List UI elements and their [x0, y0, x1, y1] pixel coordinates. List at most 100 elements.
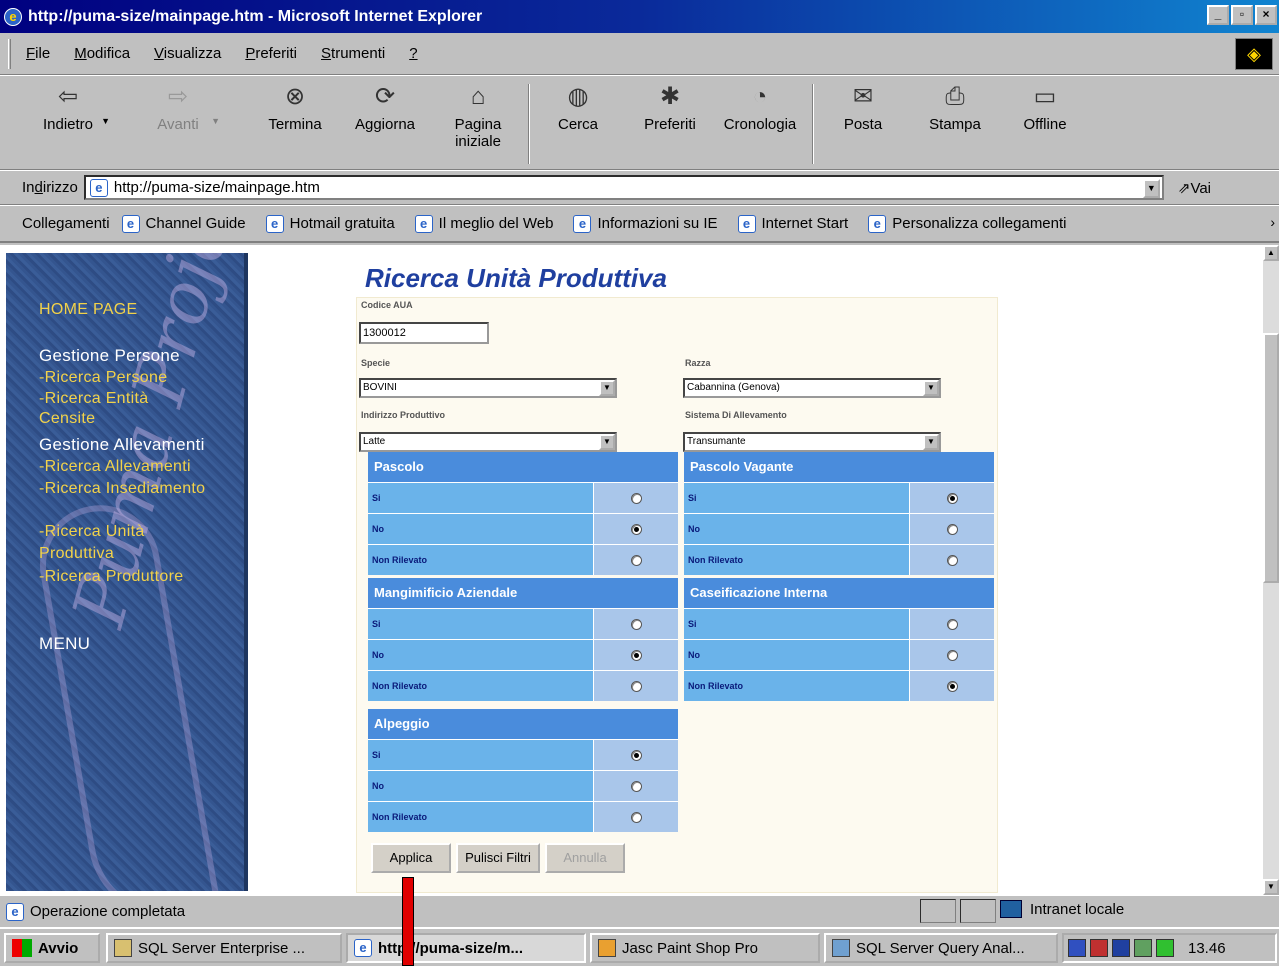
- link-internet-start[interactable]: e Internet Start: [737, 214, 848, 233]
- pascolo-vagante-no-radio[interactable]: [946, 523, 958, 535]
- link-best-of-web[interactable]: e Il meglio del Web: [414, 214, 553, 233]
- page-icon: e: [89, 178, 108, 197]
- menu-help[interactable]: ?: [409, 45, 417, 62]
- search-tray-icon[interactable]: [1134, 939, 1152, 957]
- network-icon[interactable]: [1090, 939, 1108, 957]
- pascolo-vagante-nr-radio[interactable]: [946, 554, 958, 566]
- pascolo-vagante-si-radio[interactable]: [946, 492, 958, 504]
- task-ie-window[interactable]: e http://puma-size/m...: [346, 933, 586, 963]
- menubar-grip[interactable]: [8, 39, 11, 69]
- back-button[interactable]: ⇦ Indietro ▼: [28, 82, 110, 133]
- stop-button[interactable]: ⊗ Termina: [255, 82, 335, 133]
- task-sql-enterprise[interactable]: SQL Server Enterprise ...: [106, 933, 342, 963]
- scroll-up-icon[interactable]: ▲: [1263, 245, 1279, 261]
- clear-filters-button[interactable]: Pulisci Filtri: [456, 843, 540, 873]
- menu-visualizza[interactable]: Visualizza: [154, 45, 221, 62]
- mangimificio-si-radio[interactable]: [630, 618, 642, 630]
- nav-link-units[interactable]: -Ricerca Unità: [39, 521, 145, 543]
- search-form: Codice AUA 1300012 Specie BOVINI ▼ Razza…: [356, 297, 998, 893]
- link-ie-info[interactable]: e Informazioni su IE: [573, 214, 718, 233]
- specie-select[interactable]: BOVINI ▼: [359, 378, 617, 398]
- scroll-thumb[interactable]: [1263, 333, 1279, 583]
- refresh-button[interactable]: ⟳ Aggiorna: [345, 82, 425, 133]
- forward-arrow-icon: ⇨: [167, 83, 189, 110]
- nav-link-farms[interactable]: -Ricerca Allevamenti: [39, 456, 191, 478]
- close-button[interactable]: ×: [1255, 5, 1277, 25]
- link-hotmail[interactable]: e Hotmail gratuita: [265, 214, 395, 233]
- go-button[interactable]: ⇗Vai: [1178, 179, 1211, 197]
- window-titlebar[interactable]: e http://puma-size/mainpage.htm - Micros…: [0, 0, 1279, 33]
- minimize-button[interactable]: _: [1207, 5, 1229, 25]
- menu-bar: File Modifica Visualizza Preferiti Strum…: [0, 33, 1279, 75]
- clock[interactable]: 13.46: [1188, 940, 1226, 957]
- nav-link-persons[interactable]: -Ricerca Persone: [39, 367, 167, 389]
- mangimificio-nr-radio[interactable]: [630, 680, 642, 692]
- vertical-scrollbar[interactable]: ▲ ▼: [1263, 245, 1279, 895]
- nav-link-entities[interactable]: -Ricerca Entità: [39, 388, 148, 410]
- back-dropdown-icon[interactable]: ▼: [101, 116, 110, 126]
- apply-button[interactable]: Applica: [371, 843, 451, 873]
- forward-dropdown-icon[interactable]: ▼: [211, 116, 220, 126]
- menu-preferiti[interactable]: Preferiti: [245, 45, 297, 62]
- links-more-icon[interactable]: ›: [1270, 214, 1275, 230]
- print-button[interactable]: ⎙ Stampa: [915, 82, 995, 133]
- task-sql-query[interactable]: SQL Server Query Anal...: [824, 933, 1058, 963]
- shield-icon[interactable]: [1068, 939, 1086, 957]
- indirizzo-select[interactable]: Latte ▼: [359, 432, 617, 452]
- forward-button[interactable]: ⇨ Avanti ▼: [138, 82, 220, 133]
- scroll-down-icon[interactable]: ▼: [1263, 879, 1279, 895]
- task-paint-shop[interactable]: Jasc Paint Shop Pro: [590, 933, 820, 963]
- toolbar-separator: [812, 84, 814, 164]
- nav-link-settlement[interactable]: -Ricerca Insediamento: [39, 478, 205, 500]
- sistema-select[interactable]: Transumante ▼: [683, 432, 941, 452]
- pascolo-nr-radio[interactable]: [630, 554, 642, 566]
- volume-icon[interactable]: [1156, 939, 1174, 957]
- menu-modifica[interactable]: Modifica: [74, 45, 130, 62]
- page-title: Ricerca Unità Produttiva: [365, 263, 667, 293]
- pascolo-no-radio[interactable]: [630, 523, 642, 535]
- home-button[interactable]: ⌂ Pagina iniziale: [438, 82, 518, 150]
- alpeggio-nr-radio[interactable]: [630, 811, 642, 823]
- link-customize[interactable]: e Personalizza collegamenti: [868, 214, 1067, 233]
- menu-file[interactable]: File: [26, 45, 50, 62]
- nav-link-units-cont[interactable]: Produttiva: [39, 543, 114, 565]
- maximize-button[interactable]: ▫: [1231, 5, 1253, 25]
- cancel-button[interactable]: Annulla: [545, 843, 625, 873]
- alpeggio-no-radio[interactable]: [630, 780, 642, 792]
- status-page-icon: e: [6, 902, 24, 921]
- favorites-button[interactable]: ✱ Preferiti: [630, 82, 710, 133]
- history-button[interactable]: ◔ Cronologia: [720, 82, 800, 133]
- razza-select[interactable]: Cabannina (Genova) ▼: [683, 378, 941, 398]
- sql-query-icon: [832, 939, 850, 957]
- codice-input[interactable]: 1300012: [359, 322, 489, 344]
- mangimificio-no-radio[interactable]: [630, 649, 642, 661]
- left-navigation: Puma Project HOME PAGE Gestione Persone …: [6, 253, 248, 891]
- ie-app-icon[interactable]: e: [4, 7, 22, 26]
- nav-link-entities-cont[interactable]: Censite: [39, 408, 95, 430]
- search-button[interactable]: ◍ Cerca: [538, 82, 618, 133]
- nav-section-persons: Gestione Persone: [39, 346, 180, 365]
- security-zone: Intranet locale: [1000, 900, 1124, 918]
- link-page-icon: e: [868, 214, 887, 233]
- mail-button[interactable]: ✉ Posta: [823, 82, 903, 133]
- caseificazione-no-radio[interactable]: [946, 649, 958, 661]
- radio-row: Si: [684, 482, 994, 513]
- monitor-icon[interactable]: [1112, 939, 1130, 957]
- start-button[interactable]: Avvio: [4, 933, 100, 963]
- mail-icon: ✉: [852, 83, 874, 110]
- alpeggio-si-radio[interactable]: [630, 749, 642, 761]
- nav-link-producer[interactable]: -Ricerca Produttore: [39, 566, 183, 588]
- offline-button[interactable]: ▭ Offline: [1005, 82, 1085, 133]
- chevron-down-icon: ▼: [923, 380, 939, 396]
- caseificazione-title: Caseificazione Interna: [684, 578, 994, 608]
- menu-strumenti[interactable]: Strumenti: [321, 45, 385, 62]
- address-dropdown-icon[interactable]: ▼: [1142, 179, 1160, 198]
- caseificazione-nr-radio[interactable]: [946, 680, 958, 692]
- link-channel-guide[interactable]: e Channel Guide: [121, 214, 246, 233]
- printer-icon: ⎙: [945, 83, 965, 110]
- address-input[interactable]: e http://puma-size/mainpage.htm ▼: [83, 175, 1164, 200]
- caseificazione-si-radio[interactable]: [946, 618, 958, 630]
- pascolo-title: Pascolo: [368, 452, 678, 482]
- nav-home-link[interactable]: HOME PAGE: [39, 299, 137, 321]
- pascolo-si-radio[interactable]: [630, 492, 642, 504]
